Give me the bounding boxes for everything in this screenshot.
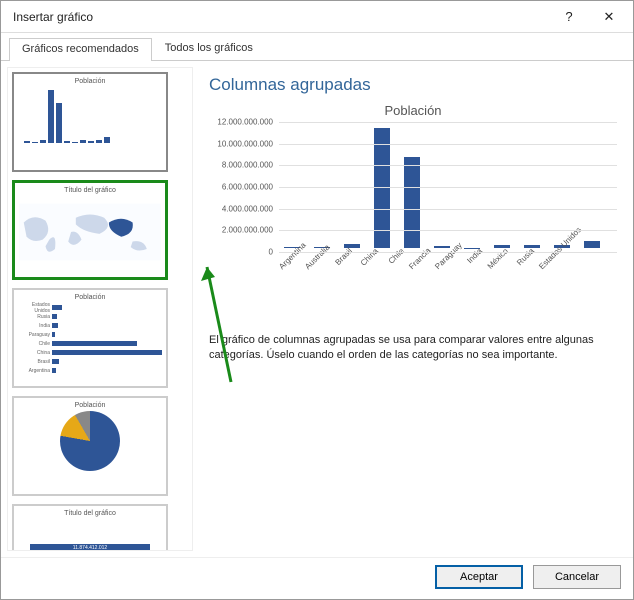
chart-type-title: Columnas agrupadas — [209, 75, 617, 95]
y-tick: 6.000.000.000 — [222, 183, 273, 192]
tab-all-charts[interactable]: Todos los gráficos — [152, 37, 266, 60]
tabs-bar: Gráficos recomendados Todos los gráficos — [1, 33, 633, 61]
y-tick: 8.000.000.000 — [222, 161, 273, 170]
close-button[interactable]: ✕ — [593, 3, 625, 31]
thumb-bar-horizontal[interactable]: Población Estados Unidos Rusia India Par… — [12, 288, 168, 388]
y-tick: 10.000.000.000 — [217, 139, 273, 148]
ok-button[interactable]: Aceptar — [435, 565, 523, 589]
thumb-map[interactable]: Título del gráfico — [12, 180, 168, 280]
y-tick: 2.000.000.000 — [222, 226, 273, 235]
window-title: Insertar gráfico — [13, 10, 93, 24]
chart-preview: Población 12.000.000.000 10.000.000.000 8.… — [209, 103, 617, 313]
thumb-pie[interactable]: Población — [12, 396, 168, 496]
tab-recommended[interactable]: Gráficos recomendados — [9, 38, 152, 61]
thumb-title: Población — [18, 78, 162, 85]
y-tick: 4.000.000.000 — [222, 204, 273, 213]
chart-title: Población — [209, 103, 617, 118]
help-button[interactable]: ? — [553, 3, 585, 31]
bar — [434, 246, 450, 248]
y-tick: 0 — [269, 248, 273, 257]
titlebar: Insertar gráfico ? ✕ — [1, 1, 633, 33]
bar — [404, 157, 420, 248]
dialog-footer: Aceptar Cancelar — [1, 557, 633, 595]
world-map-icon — [19, 196, 161, 268]
preview-panel: Columnas agrupadas Población 12.000.000.… — [199, 67, 627, 551]
cancel-button[interactable]: Cancelar — [533, 565, 621, 589]
chart-description: El gráfico de columnas agrupadas se usa … — [209, 333, 617, 364]
thumb-title: Título del gráfico — [19, 187, 161, 194]
bar — [584, 241, 600, 248]
bar — [524, 245, 540, 248]
thumbnail-list: Población Título del gráfico — [7, 67, 193, 551]
thumb-funnel[interactable]: Título del gráfico 11.874.412.012 8.510.… — [12, 504, 168, 551]
thumb-clustered-column[interactable]: Población — [12, 72, 168, 172]
thumb-title: Título del gráfico — [18, 510, 162, 517]
thumb-title: Población — [18, 294, 162, 301]
thumb-title: Población — [18, 402, 162, 409]
y-tick: 12.000.000.000 — [217, 118, 273, 127]
pie-icon — [60, 411, 120, 471]
